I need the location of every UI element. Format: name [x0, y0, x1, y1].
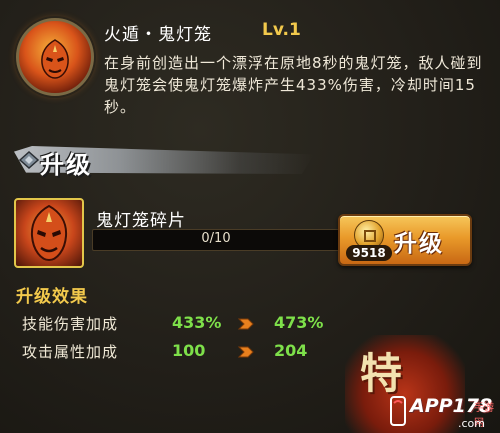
- effect-label: 攻击属性加成: [22, 343, 119, 361]
- progress-text: 0/10: [201, 231, 231, 246]
- shard-progress-bar: 0/10: [92, 229, 340, 251]
- effect-label: 技能伤害加成: [22, 315, 119, 333]
- effect-current-value: 100: [172, 341, 206, 360]
- skill-level: Lv.1: [262, 20, 301, 40]
- phone-icon: [390, 396, 406, 426]
- mask-face: [41, 39, 69, 79]
- effect-current-value: 433%: [172, 313, 222, 332]
- effect-row: 技能伤害加成 433% 473%: [16, 313, 376, 335]
- cost-display: 9518: [346, 220, 392, 261]
- watermark-sub: .com: [458, 417, 485, 430]
- upgrade-section-header: 升级: [40, 151, 92, 179]
- skill-description: 在身前创造出一个漂浮在原地8秒的鬼灯笼，敌人碰到鬼灯笼会使鬼灯笼爆炸产生433%…: [104, 54, 483, 116]
- upgrade-effects-title: 升级效果: [16, 287, 88, 307]
- flame-mask-icon: [16, 18, 94, 96]
- corner-glyph: 特: [360, 349, 403, 398]
- item-name: 鬼灯笼碎片: [96, 211, 186, 231]
- site-watermark: APP178 手游网 .com: [388, 395, 500, 433]
- effect-next-value: 473%: [274, 313, 324, 332]
- arrow-right-icon: [238, 318, 254, 330]
- upgrade-button-label: 升级: [394, 231, 444, 257]
- upgrade-button[interactable]: 9518 升级: [338, 214, 472, 266]
- skill-title: 火遁・鬼灯笼: [104, 25, 212, 45]
- effect-row: 攻击属性加成 100 204: [16, 341, 376, 363]
- effect-next-value: 204: [274, 341, 308, 360]
- skill-upgrade-panel: 火遁・鬼灯笼 Lv.1 在身前创造出一个漂浮在原地8秒的鬼灯笼，敌人碰到鬼灯笼会…: [0, 0, 500, 433]
- arrow-right-icon: [238, 346, 254, 358]
- shard-mask-face: [30, 204, 68, 262]
- ghost-lantern-shard-icon[interactable]: [14, 198, 84, 268]
- scroll-ornament-icon: [18, 150, 40, 170]
- upgrade-cost: 9518: [346, 245, 392, 261]
